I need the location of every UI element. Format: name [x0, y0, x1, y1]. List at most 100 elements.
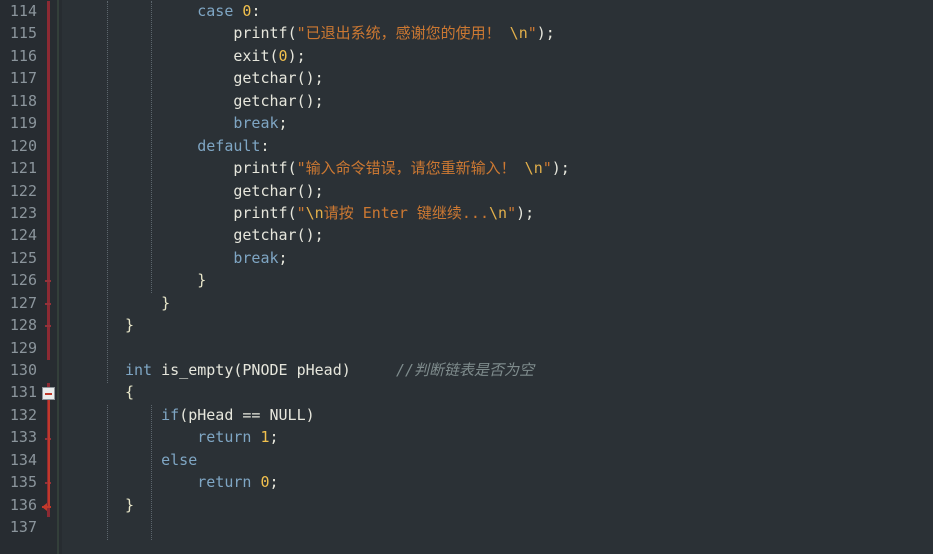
line-number: 121: [9, 159, 37, 178]
fold-region-line: [48, 399, 50, 506]
code-token-fn: PNODE pHead: [242, 361, 342, 379]
line-number: 137: [9, 518, 37, 537]
line-number-column: 114 115 116 117 118 119 120 121 122 123 124 125 126 1…: [0, 0, 43, 539]
code-token-punc: [152, 361, 161, 379]
code-token-punc: );: [516, 203, 535, 222]
code-token-fn: printf: [233, 159, 288, 178]
code-line[interactable]: case 0:: [125, 0, 570, 22]
code-token-punc: ): [341, 361, 351, 379]
code-token-punc: :: [251, 2, 261, 20]
code-token-fn: printf: [233, 203, 288, 222]
code-text-area[interactable]: case 0: printf("已退出系统，感谢您的使用！ \n"); exit…: [62, 0, 933, 554]
code-line[interactable]: break;: [125, 112, 570, 134]
code-line[interactable]: printf("输入命令错误，请您重新输入！ \n");: [125, 157, 570, 179]
code-token-brace: }: [161, 293, 171, 312]
code-line[interactable]: }: [125, 314, 570, 336]
minus-square-icon[interactable]: [42, 386, 55, 400]
code-token-str: 请按 Enter 键继续...: [323, 203, 489, 222]
code-line[interactable]: [125, 516, 570, 538]
code-token-punc: ): [305, 405, 315, 424]
code-token-punc: ();: [296, 91, 324, 110]
line-number: 135: [9, 473, 37, 492]
line-number: 129: [9, 338, 37, 357]
code-token-num: 0: [260, 473, 270, 492]
line-number: 132: [9, 405, 37, 424]
code-line[interactable]: break;: [125, 247, 570, 269]
line-number: 115: [9, 24, 37, 43]
code-line[interactable]: getchar();: [125, 90, 570, 112]
code-line[interactable]: else: [125, 449, 570, 471]
code-token-fn: getchar: [233, 181, 297, 200]
code-token-str: ": [296, 203, 306, 222]
line-number: 126: [9, 271, 37, 290]
code-token-punc: ;: [269, 473, 279, 492]
code-line[interactable]: printf("\n请按 Enter 键继续...\n");: [125, 202, 570, 224]
code-token-punc: (: [287, 24, 297, 43]
code-token-punc: );: [551, 159, 570, 178]
line-number: 116: [9, 46, 37, 65]
code-token-brace: }: [125, 495, 135, 514]
code-token-kw: default: [197, 136, 261, 155]
code-editor[interactable]: case 0: printf("已退出系统，感谢您的使用！ \n"); exit…: [0, 0, 933, 554]
code-line[interactable]: default:: [125, 135, 570, 157]
code-token-punc: (: [287, 203, 297, 222]
code-token-kw: break: [233, 248, 279, 267]
code-token-fn: NULL: [269, 405, 306, 424]
code-token-punc: );: [287, 46, 306, 65]
code-token-punc: ;: [278, 114, 288, 133]
code-line[interactable]: }: [125, 269, 570, 291]
code-token-cmt: //判断链表是否为空: [395, 361, 534, 379]
line-number: 131: [9, 383, 37, 402]
fold-tick: [45, 280, 51, 283]
code-token-fn: getchar: [233, 69, 297, 88]
code-line[interactable]: return 0;: [125, 471, 570, 493]
code-token-fn: is_empty: [161, 361, 234, 379]
line-number: 114: [9, 2, 37, 20]
code-token-kw: return: [197, 428, 252, 447]
code-token-brace: }: [125, 316, 135, 335]
code-token-punc: ();: [296, 181, 324, 200]
code-token-punc: [351, 361, 396, 379]
code-line[interactable]: if(pHead == NULL): [125, 404, 570, 426]
line-number: 119: [9, 114, 37, 133]
code-line[interactable]: }: [125, 292, 570, 314]
line-number: 124: [9, 226, 37, 245]
line-number: 117: [9, 69, 37, 88]
code-lines[interactable]: case 0: printf("已退出系统，感谢您的使用！ \n"); exit…: [125, 0, 570, 539]
code-line[interactable]: getchar();: [125, 67, 570, 89]
code-token-kw: return: [197, 473, 252, 492]
change-marker: [47, 1, 50, 361]
code-line[interactable]: {: [125, 381, 570, 403]
code-token-fn: getchar: [233, 91, 297, 110]
code-line[interactable]: exit(0);: [125, 45, 570, 67]
line-number: 125: [9, 248, 37, 267]
code-line[interactable]: getchar();: [125, 224, 570, 246]
code-line[interactable]: int is_empty(PNODE pHead) //判断链表是否为空: [125, 359, 570, 381]
code-token-str: ": [542, 159, 552, 178]
code-token-esc: \n: [509, 24, 528, 43]
code-token-punc: (: [269, 46, 279, 65]
code-token-str: ": [527, 24, 537, 43]
code-token-brace: }: [197, 271, 207, 290]
code-token-punc: );: [536, 24, 555, 43]
code-token-kw: break: [233, 114, 279, 133]
editor-gutter[interactable]: 114 115 116 117 118 119 120 121 122 123 124 125 126 1…: [0, 0, 62, 554]
code-line[interactable]: printf("已退出系统，感谢您的使用！ \n");: [125, 22, 570, 44]
line-number: 128: [9, 316, 37, 335]
code-line[interactable]: [125, 337, 570, 359]
code-line[interactable]: getchar();: [125, 180, 570, 202]
code-line[interactable]: return 1;: [125, 426, 570, 448]
fold-tick: [45, 302, 51, 305]
code-token-esc: \n: [305, 203, 324, 222]
code-line[interactable]: }: [125, 494, 570, 516]
code-token-punc: ==: [233, 405, 270, 424]
code-token-fn: getchar: [233, 226, 297, 245]
